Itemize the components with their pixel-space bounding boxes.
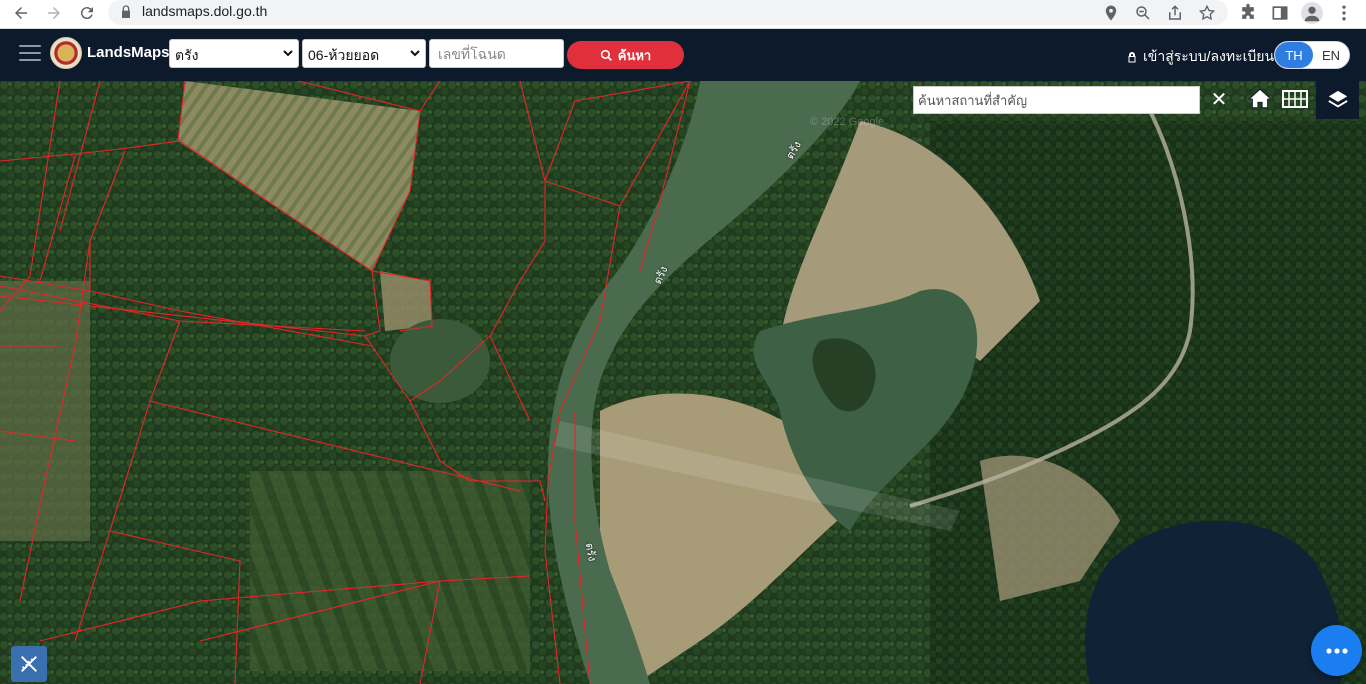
lock-icon — [1128, 51, 1136, 62]
ruler-pencil-icon — [21, 656, 37, 672]
layers-button[interactable] — [1316, 81, 1359, 119]
url-text: landsmaps.dol.go.th — [142, 3, 268, 19]
forward-icon[interactable] — [43, 2, 65, 24]
search-icon — [600, 49, 612, 61]
chevron-down-icon — [283, 50, 293, 57]
deed-number-input[interactable] — [429, 39, 564, 68]
address-bar[interactable]: landsmaps.dol.go.th — [108, 0, 1228, 25]
lang-en-button[interactable]: EN — [1313, 42, 1349, 68]
dol-logo — [50, 37, 82, 69]
chevron-down-icon — [410, 50, 420, 57]
satellite-map[interactable]: ตรัง ตรัง ตรัง — [0, 81, 1366, 684]
zoom-out-icon[interactable] — [1134, 4, 1152, 22]
province-select[interactable]: ตรัง — [169, 39, 299, 68]
home-icon — [1248, 88, 1272, 109]
login-link[interactable]: เข้าสู่ระบบ/ลงทะเบียน — [1126, 46, 1274, 68]
layers-icon — [1327, 90, 1348, 108]
app-header: LandsMaps ตรัง 06-ห้วยยอด ค้นหา เข้าสู่ร… — [0, 29, 1366, 81]
lang-th-button[interactable]: TH — [1275, 42, 1313, 68]
profile-icon[interactable] — [1301, 2, 1323, 24]
kebab-icon[interactable] — [1334, 3, 1354, 23]
measure-tool-button[interactable] — [11, 646, 47, 682]
home-button[interactable] — [1245, 84, 1275, 114]
map-watermark: © 2022 Google — [810, 116, 885, 128]
sidebar-icon[interactable] — [1270, 3, 1290, 23]
ellipsis-icon — [1325, 647, 1348, 654]
share-icon[interactable] — [1166, 4, 1184, 22]
river-label: ตรัง — [582, 542, 598, 563]
district-select[interactable]: 06-ห้วยยอด — [302, 39, 426, 68]
back-icon[interactable] — [10, 2, 32, 24]
menu-icon[interactable] — [19, 45, 41, 65]
clear-search-button[interactable]: ✕ — [1206, 86, 1232, 112]
lock-icon — [122, 5, 130, 18]
grid-button[interactable] — [1280, 84, 1310, 114]
grid-icon — [1282, 90, 1308, 108]
star-icon[interactable] — [1198, 4, 1216, 22]
more-options-button[interactable] — [1311, 625, 1362, 676]
brand-name: LandsMaps — [87, 44, 170, 61]
place-search-input[interactable] — [913, 86, 1200, 114]
extensions-icon[interactable] — [1238, 3, 1258, 23]
location-icon[interactable] — [1102, 4, 1120, 22]
search-button[interactable]: ค้นหา — [567, 41, 684, 69]
reload-icon[interactable] — [76, 2, 98, 24]
browser-toolbar: landsmaps.dol.go.th — [0, 0, 1366, 29]
language-toggle: TH EN — [1274, 41, 1350, 69]
map-canvas — [0, 81, 1366, 684]
